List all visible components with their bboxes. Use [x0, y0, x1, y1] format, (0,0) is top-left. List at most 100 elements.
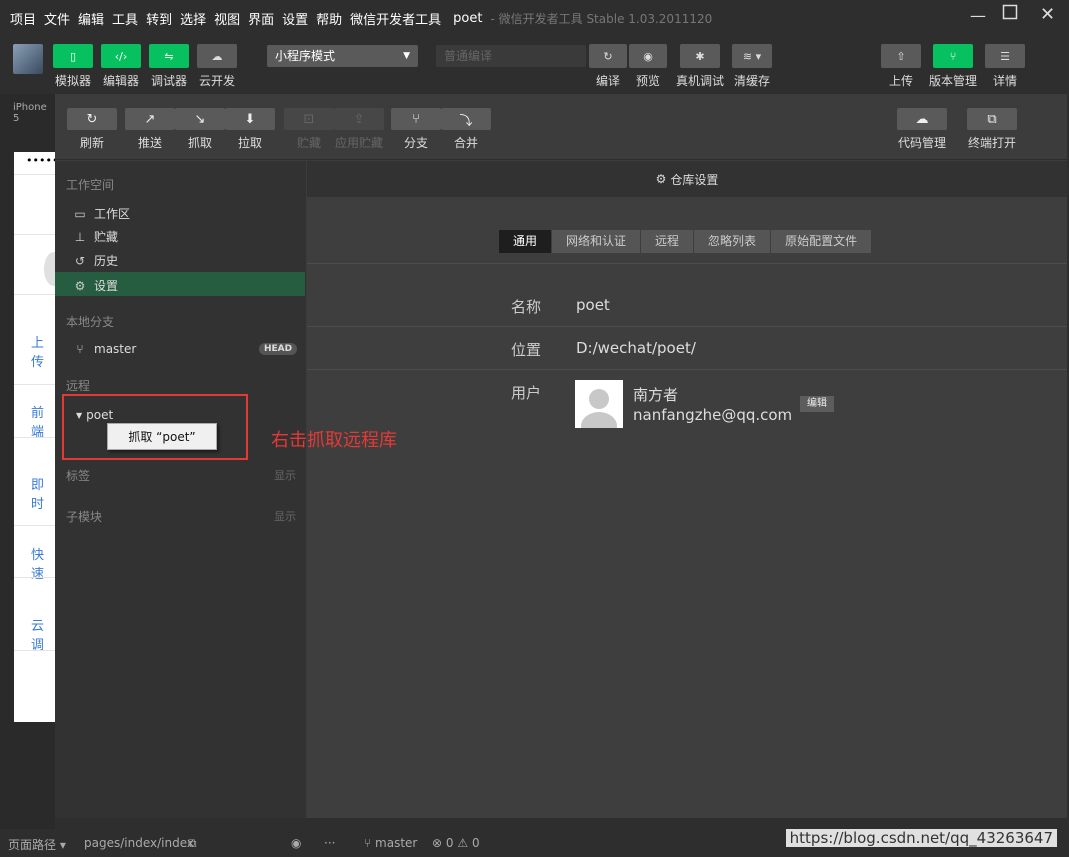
divider	[14, 650, 55, 651]
signal-indicator: •••••	[26, 154, 59, 167]
terminal-open-label: 终端打开	[967, 136, 1017, 150]
tab-ignore-list[interactable]: 忽略列表	[694, 230, 772, 253]
divider	[14, 384, 55, 385]
tags-show-toggle[interactable]: 显示	[274, 467, 296, 483]
sidebar-item-master[interactable]: ⑂ master	[72, 342, 136, 356]
apply-stash-icon: ⇪	[353, 111, 365, 127]
layers-icon: ≋ ▾	[742, 49, 762, 63]
submodules-show-toggle[interactable]: 显示	[274, 508, 296, 524]
stash-label: 贮藏	[296, 136, 322, 150]
code-mgmt-button[interactable]: ☁	[897, 108, 947, 130]
local-branches-section-title: 本地分支	[66, 315, 115, 329]
cloud-dev-label: 云开发	[198, 74, 236, 88]
list-item[interactable]: 前端	[31, 402, 55, 440]
upload-button[interactable]: ⇧	[881, 44, 921, 68]
minimize-icon[interactable]: —	[970, 6, 986, 25]
problems-indicator[interactable]: ⊗ 0 ⚠ 0	[432, 836, 480, 850]
name-value: poet	[576, 296, 610, 314]
cloud-icon: ☁	[211, 49, 223, 63]
fetch-label: 抓取	[187, 136, 213, 150]
avatar[interactable]	[13, 44, 43, 74]
refresh-button[interactable]: ↻	[67, 108, 117, 130]
statusbar-branch[interactable]: ⑂ master	[364, 836, 417, 850]
terminal-open-button[interactable]: ⧉	[967, 108, 1017, 130]
debug-icon: ⇋	[164, 49, 174, 63]
compile-button[interactable]: ↻	[589, 44, 627, 68]
version-mgmt-button[interactable]: ⑂	[933, 44, 973, 68]
tab-general[interactable]: 通用	[499, 230, 553, 253]
menu-item-file[interactable]: 文件	[44, 9, 70, 28]
tab-network-auth[interactable]: 网络和认证	[552, 230, 642, 253]
sidebar-item-workspace[interactable]: ▭ 工作区	[72, 205, 130, 222]
list-item[interactable]: 即时	[31, 474, 55, 512]
refresh-icon: ↻	[603, 49, 613, 63]
maximize-icon[interactable]	[1002, 4, 1018, 24]
tab-remote[interactable]: 远程	[641, 230, 695, 253]
close-icon[interactable]: ✕	[1040, 4, 1055, 25]
debugger-label: 调试器	[150, 74, 188, 88]
copy-icon[interactable]: ⧉	[188, 836, 197, 851]
editor-toggle-button[interactable]: ‹/›	[101, 44, 141, 68]
annotation-highlight-box	[62, 394, 248, 460]
push-button[interactable]: ↗	[125, 108, 175, 130]
list-item[interactable]: 云调	[31, 615, 55, 653]
divider	[14, 174, 55, 175]
apply-stash-label: 应用贮藏	[334, 136, 384, 150]
menu-item-edit[interactable]: 编辑	[78, 9, 104, 28]
menu-item-tools[interactable]: 工具	[112, 9, 138, 28]
preview-button[interactable]: ◉	[629, 44, 667, 68]
push-icon: ↗	[144, 111, 156, 127]
debugger-toggle-button[interactable]: ⇋	[149, 44, 189, 68]
merge-button[interactable]: ⤵	[441, 108, 491, 130]
apply-stash-button[interactable]: ⇪	[334, 108, 384, 130]
branch-icon: ⑂	[949, 49, 957, 63]
user-name: 南方者	[633, 386, 679, 404]
edit-user-button[interactable]: 编辑	[800, 396, 834, 412]
remote-debug-button[interactable]: ✱	[680, 44, 720, 68]
tab-raw-config[interactable]: 原始配置文件	[771, 230, 873, 253]
warning-count: 0	[471, 836, 480, 850]
simulator-toggle-button[interactable]: ▯	[53, 44, 93, 68]
mode-select[interactable]: 小程序模式 ▼	[267, 45, 418, 67]
menu-item-settings[interactable]: 设置	[282, 9, 308, 28]
refresh-icon: ↻	[86, 111, 98, 127]
sidebar-item-label: 设置	[94, 279, 119, 293]
error-icon: ⊗	[432, 836, 443, 850]
compile-mode-select[interactable]: 普通编译	[436, 45, 586, 67]
divider	[307, 326, 1067, 327]
user-label: 用户	[511, 384, 542, 402]
device-name[interactable]: iPhone 5	[13, 102, 55, 124]
pull-button[interactable]: ⬇	[225, 108, 275, 130]
list-item[interactable]: 上传	[31, 332, 55, 370]
branch-button[interactable]: ⑂	[391, 108, 441, 130]
fetch-button[interactable]: ↘	[175, 108, 225, 130]
pull-label: 拉取	[237, 136, 263, 150]
clear-cache-button[interactable]: ≋ ▾	[732, 44, 772, 68]
branch-label: 分支	[403, 136, 429, 150]
menu-icon: ☰	[1000, 49, 1010, 63]
menu-item-view[interactable]: 视图	[214, 9, 240, 28]
menu-item-interface[interactable]: 界面	[248, 9, 274, 28]
details-button[interactable]: ☰	[985, 44, 1025, 68]
stash-button[interactable]: ⊡	[284, 108, 334, 130]
external-link-icon: ⧉	[987, 111, 997, 127]
page-path-dropdown[interactable]: 页面路径 ▾	[8, 836, 66, 853]
gear-icon: ⚙	[74, 278, 86, 293]
sidebar-item-settings[interactable]: ⚙ 设置	[72, 277, 118, 294]
warning-icon: ⚠	[457, 836, 469, 850]
menu-item-project[interactable]: 项目	[10, 9, 36, 28]
cloud-icon: ☁	[915, 111, 929, 127]
cloud-dev-button[interactable]: ☁	[197, 44, 237, 68]
eye-icon[interactable]: ◉	[291, 836, 301, 850]
sidebar-item-history[interactable]: ↺ 历史	[72, 252, 118, 269]
phone-icon: ▯	[69, 49, 77, 63]
sidebar-item-stash[interactable]: ⊥ 贮藏	[72, 228, 118, 245]
menu-item-help[interactable]: 帮助	[316, 9, 342, 28]
name-label: 名称	[511, 298, 542, 316]
menu-item-devtools[interactable]: 微信开发者工具	[350, 9, 441, 28]
menu-item-goto[interactable]: 转到	[146, 9, 172, 28]
eye-icon: ◉	[643, 49, 653, 63]
more-icon[interactable]: ···	[324, 836, 335, 850]
menu-item-select[interactable]: 选择	[180, 9, 206, 28]
simulator-screen[interactable]: ••••• 上传 前端 即时 快速 云调	[14, 152, 64, 722]
